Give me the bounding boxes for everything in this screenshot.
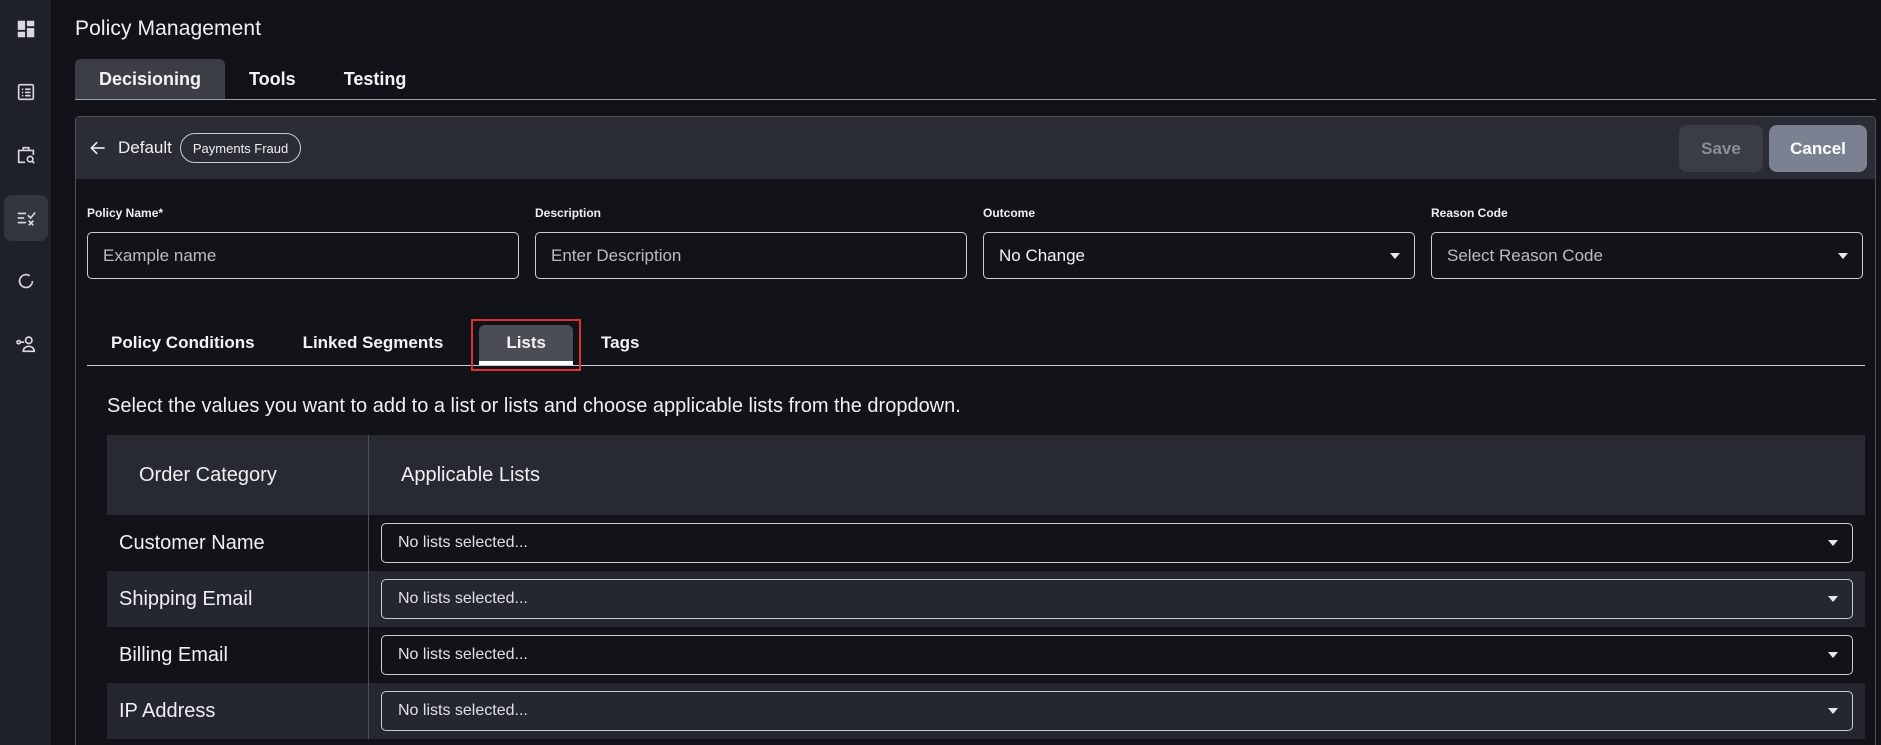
row-category: Billing Email — [107, 627, 369, 683]
reason-code-select[interactable]: Select Reason Code — [1431, 232, 1863, 279]
select-value: No lists selected... — [398, 646, 528, 663]
select-value: No lists selected... — [398, 590, 528, 607]
arrow-left-icon — [90, 141, 105, 155]
policy-name-input[interactable]: Example name — [87, 232, 519, 279]
row-lists-cell: No lists selected... — [369, 515, 1865, 571]
table-row: Customer Name No lists selected... — [107, 515, 1865, 571]
reason-code-label: Reason Code — [1431, 206, 1508, 220]
outcome-value: No Change — [999, 245, 1086, 265]
tab-linked-segments[interactable]: Linked Segments — [279, 321, 468, 365]
lists-table: Order Category Applicable Lists Customer… — [107, 435, 1865, 739]
table-row: IP Address No lists selected... — [107, 683, 1865, 739]
select-value: No lists selected... — [398, 702, 528, 719]
applicable-lists-select[interactable]: No lists selected... — [381, 523, 1853, 563]
cancel-button[interactable]: Cancel — [1769, 125, 1867, 172]
card-header: Default Payments Fraud Save Cancel — [76, 117, 1875, 179]
row-lists-cell: No lists selected... — [369, 627, 1865, 683]
refresh-cycle-icon — [18, 273, 33, 289]
tab-lists-highlight[interactable]: Lists — [471, 319, 582, 371]
left-rail — [0, 0, 51, 745]
refresh-button[interactable] — [4, 258, 48, 304]
back-button[interactable] — [88, 137, 110, 159]
user-connect-icon — [15, 336, 35, 353]
row-category: IP Address — [107, 683, 369, 739]
policy-button[interactable] — [3, 195, 48, 241]
category-badge: Payments Fraud — [179, 133, 302, 163]
table-row: Shipping Email No lists selected... — [107, 571, 1865, 627]
dashboard-button[interactable] — [4, 6, 48, 52]
table-row: Billing Email No lists selected... — [107, 627, 1865, 683]
description-group: Description Enter Description — [535, 206, 967, 279]
tab-lists[interactable]: Lists — [479, 325, 574, 365]
top-tabs: Decisioning Tools Testing — [75, 59, 1876, 100]
dashboard-icon — [17, 20, 34, 38]
policy-tabs: Policy Conditions Linked Segments Lists … — [87, 319, 1865, 371]
user-connect-button[interactable] — [4, 321, 48, 367]
caret-down-icon — [1390, 253, 1400, 259]
applicable-lists-select[interactable]: No lists selected... — [381, 635, 1853, 675]
reason-code-placeholder: Select Reason Code — [1447, 245, 1603, 265]
outcome-label: Outcome — [983, 206, 1036, 220]
caret-down-icon — [1828, 596, 1838, 602]
page-title: Policy Management — [75, 17, 262, 40]
policy-name-group: Policy Name* Example name — [87, 206, 519, 279]
list-icon — [17, 83, 34, 101]
caret-down-icon — [1838, 253, 1848, 259]
caret-down-icon — [1828, 652, 1838, 658]
table-header: Order Category Applicable Lists — [107, 435, 1865, 515]
outcome-select[interactable]: No Change — [983, 232, 1415, 279]
tab-testing[interactable]: Testing — [320, 59, 431, 99]
reason-code-group: Reason Code Select Reason Code — [1431, 206, 1863, 279]
tab-decisioning[interactable]: Decisioning — [75, 59, 226, 99]
save-button[interactable]: Save — [1679, 125, 1763, 172]
tab-tags[interactable]: Tags — [587, 321, 663, 365]
description-input[interactable]: Enter Description — [535, 232, 967, 279]
column-applicable-lists: Applicable Lists — [401, 463, 540, 486]
applicable-lists-select[interactable]: No lists selected... — [381, 691, 1853, 731]
policy-checklist-icon — [17, 211, 36, 226]
row-lists-cell: No lists selected... — [369, 683, 1865, 739]
description-label: Description — [535, 206, 602, 220]
column-order-category: Order Category — [107, 435, 369, 515]
caret-down-icon — [1828, 540, 1838, 546]
row-lists-cell: No lists selected... — [369, 571, 1865, 627]
row-category: Customer Name — [107, 515, 369, 571]
breadcrumb: Default — [118, 138, 172, 157]
row-category: Shipping Email — [107, 571, 369, 627]
caret-down-icon — [1828, 708, 1838, 714]
select-value: No lists selected... — [398, 534, 528, 551]
list-button[interactable] — [4, 69, 48, 115]
policy-name-label: Policy Name* — [87, 206, 164, 220]
tab-policy-conditions[interactable]: Policy Conditions — [87, 321, 279, 365]
applicable-lists-select[interactable]: No lists selected... — [381, 579, 1853, 619]
case-search-icon — [17, 146, 35, 164]
outcome-group: Outcome No Change — [983, 206, 1415, 279]
policy-editor-card: Default Payments Fraud Save Cancel Polic… — [75, 116, 1876, 745]
tab-tools[interactable]: Tools — [225, 59, 320, 99]
lists-helper-text: Select the values you want to add to a l… — [107, 395, 961, 417]
case-search-button[interactable] — [4, 132, 48, 178]
